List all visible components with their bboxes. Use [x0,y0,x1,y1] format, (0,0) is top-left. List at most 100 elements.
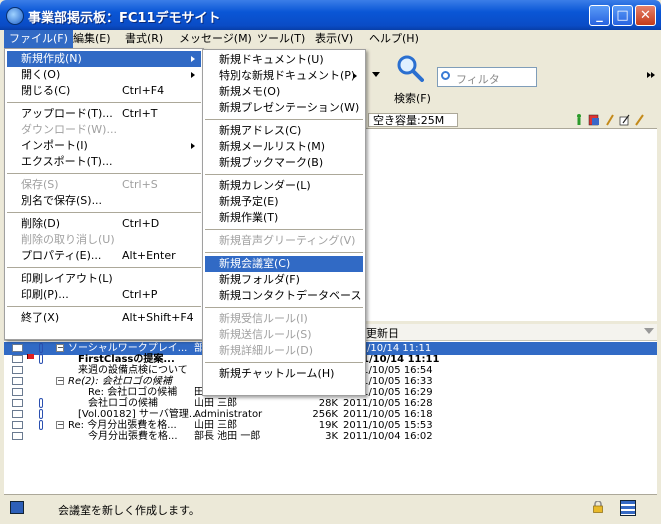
new-submenu-item-5[interactable]: 新規アドレス(C) [205,123,363,139]
menu-format[interactable]: 書式(R) [120,30,168,48]
page-icon[interactable] [588,114,599,126]
row-date: 2011/10/04 16:02 [343,431,433,442]
menu-edit[interactable]: 編集(E) [68,30,116,48]
new-submenu-item-19[interactable]: 新規受信ルール(I) [205,311,363,327]
new-submenu-item-10[interactable]: 新規予定(E) [205,194,363,210]
menu-item-label: インポート(I) [21,139,88,152]
submenu-arrow-icon [353,73,357,79]
new-submenu-item-9[interactable]: 新規カレンダー(L) [205,178,363,194]
menu-tools[interactable]: ツール(T) [252,30,310,48]
submenu-arrow-icon [191,72,195,78]
minimize-icon: _ [596,8,603,23]
message-icon [12,388,23,396]
menu-separator [205,252,363,253]
file-menu-item-9[interactable]: 保存(S) Ctrl+S [7,177,201,193]
file-menu: 新規作成(N) 開く(O) 閉じる(C) Ctrl+F4 アップロード(T)... Ctr… [4,48,204,340]
maximize-button[interactable]: □ [612,5,633,26]
menu-item-label: 開く(O) [21,68,61,81]
menu-item-label: 新規プレゼンテーション(W) [219,101,360,114]
tree-toggle[interactable]: − [56,377,64,385]
attachment-icon [39,398,43,408]
file-menu-item-17[interactable]: 印刷(P)... Ctrl+P [7,287,201,303]
menu-item-label: 新規メールリスト(M) [219,140,326,153]
list-row[interactable]: 今月分出張費を格... 部長 池田 一郎 3K 2011/10/04 16:02 [4,430,657,443]
file-menu-item-2[interactable]: 閉じる(C) Ctrl+F4 [7,83,201,99]
file-menu-item-10[interactable]: 別名で保存(S)... [7,193,201,209]
menu-item-label: 新規音声グリーティング(V) [219,234,356,247]
new-submenu-item-11[interactable]: 新規作業(T) [205,210,363,226]
file-menu-item-7[interactable]: エクスポート(T)... [7,154,201,170]
title-bar[interactable]: 事業部掲示板：FC11デモサイト _ □ ✕ [0,0,661,30]
search-button-label[interactable]: 検索(F) [394,90,431,106]
sort-arrow-icon[interactable] [644,328,654,334]
menu-item-label: 新規フォルダ(F) [219,273,300,286]
person-icon[interactable] [577,114,581,125]
app-icon[interactable] [6,7,24,25]
menu-item-label: 別名で保存(S)... [21,194,103,207]
file-menu-item-14[interactable]: プロパティ(E)... Alt+Enter [7,248,201,264]
menu-message[interactable]: メッセージ(M) [174,30,257,48]
pencil-icon[interactable] [606,114,614,126]
menu-item-label: 特別な新規ドキュメント(P) [219,69,356,82]
file-menu-item-13[interactable]: 削除の取り消し(U) [7,232,201,248]
minimize-button[interactable]: _ [589,5,610,26]
menu-view[interactable]: 表示(V) [310,30,358,48]
new-submenu-item-6[interactable]: 新規メールリスト(M) [205,139,363,155]
menu-separator [7,212,201,213]
menu-bar: ファイル(F) 編集(E) 書式(R) メッセージ(M) ツール(T) 表示(V… [4,30,657,48]
menu-item-label: 削除の取り消し(U) [21,233,115,246]
new-submenu-item-7[interactable]: 新規ブックマーク(B) [205,155,363,171]
menu-item-shortcut: Ctrl+P [122,288,158,301]
new-submenu-item-23[interactable]: 新規チャットルーム(H) [205,366,363,382]
menu-separator [7,102,201,103]
flag-icon [27,354,34,359]
menu-item-label: ダウンロード(W)... [21,123,117,136]
file-menu-item-4[interactable]: アップロード(T)... Ctrl+T [7,106,201,122]
menu-item-shortcut: Ctrl+S [122,178,158,191]
menu-item-label: 新規作成(N) [21,52,82,65]
edit-icon[interactable] [619,114,630,126]
attachment-icon [39,343,43,353]
attachment-icon [39,409,43,419]
menu-item-label: 新規メモ(O) [219,85,281,98]
file-menu-item-5[interactable]: ダウンロード(W)... [7,122,201,138]
file-menu-item-19[interactable]: 終了(X) Alt+Shift+F4 [7,310,201,326]
message-icon [12,355,23,363]
panel-toggle-icon[interactable] [10,501,24,514]
new-submenu-item-1[interactable]: 特別な新規ドキュメント(P) [205,68,363,84]
toolbar-overflow-icon[interactable] [647,72,655,82]
file-menu-item-16[interactable]: 印刷レイアウト(L) [7,271,201,287]
new-submenu-item-13[interactable]: 新規音声グリーティング(V) [205,233,363,249]
storage-indicator: 空き容量:25M [368,113,458,127]
file-menu-item-12[interactable]: 削除(D) Ctrl+D [7,216,201,232]
file-menu-item-0[interactable]: 新規作成(N) [7,51,201,67]
menu-file[interactable]: ファイル(F) [4,30,73,48]
menu-item-label: エクスポート(T)... [21,155,113,168]
file-menu-item-1[interactable]: 開く(O) [7,67,201,83]
tree-toggle[interactable]: − [56,344,64,352]
menu-item-label: アップロード(T)... [21,107,113,120]
file-menu-item-6[interactable]: インポート(I) [7,138,201,154]
chevron-down-icon[interactable] [372,72,380,78]
menu-item-label: 新規アドレス(C) [219,124,302,137]
tree-toggle[interactable]: − [56,421,64,429]
menu-item-label: 新規受信ルール(I) [219,312,308,325]
brush-icon[interactable] [635,114,644,126]
new-submenu-item-20[interactable]: 新規送信ルール(S) [205,327,363,343]
new-submenu-item-16[interactable]: 新規フォルダ(F) [205,272,363,288]
new-submenu-item-15[interactable]: 新規会議室(C) [205,256,363,272]
close-button[interactable]: ✕ [635,5,656,26]
filter-input[interactable]: フィルタ [437,67,537,87]
new-submenu-item-3[interactable]: 新規プレゼンテーション(W) [205,100,363,116]
list-view-icon[interactable] [620,500,636,516]
menu-help[interactable]: ヘルプ(H) [364,30,424,48]
new-submenu-item-21[interactable]: 新規詳細ルール(D) [205,343,363,359]
submenu-arrow-icon [191,56,195,62]
new-submenu: 新規ドキュメント(U) 特別な新規ドキュメント(P) 新規メモ(O) 新規プレゼンテー… [202,49,366,396]
menu-item-label: 新規ドキュメント(U) [219,53,324,66]
search-icon[interactable] [396,54,424,82]
column-header-modified[interactable]: 更新日 [366,325,399,341]
new-submenu-item-2[interactable]: 新規メモ(O) [205,84,363,100]
new-submenu-item-17[interactable]: 新規コンタクトデータベース [205,288,363,304]
new-submenu-item-0[interactable]: 新規ドキュメント(U) [205,52,363,68]
